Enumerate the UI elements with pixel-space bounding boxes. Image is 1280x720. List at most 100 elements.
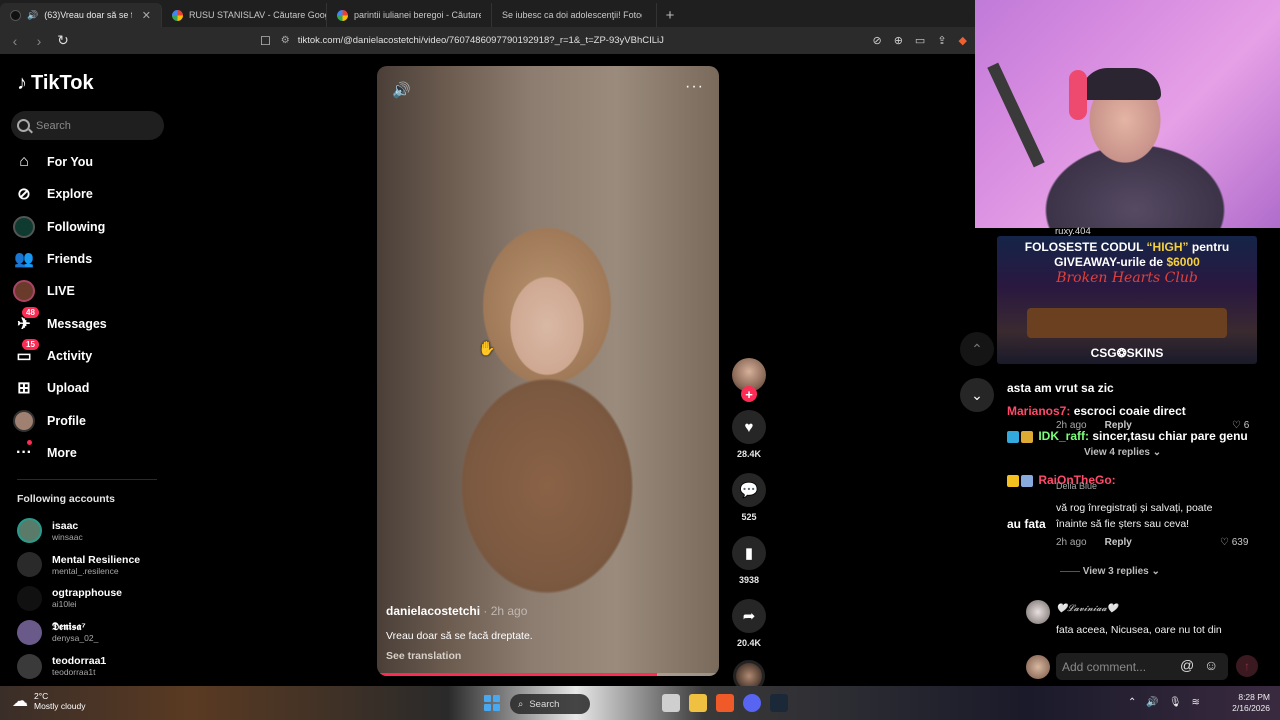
file-explorer-icon[interactable] (689, 694, 707, 712)
sidebar-item-messages[interactable]: ✈ 48 Messages (13, 306, 163, 339)
comment-like[interactable]: ♡ 639 (1220, 537, 1248, 548)
activity-badge: 15 (22, 338, 39, 350)
close-tab-icon[interactable]: ✕ (142, 9, 151, 22)
browser-tab-google-1[interactable]: RUSU STANISLAV - Căutare Google (162, 3, 327, 27)
video-progress-bar[interactable] (377, 673, 719, 676)
weather-widget[interactable]: ☁ 2°C Mostly cloudy (12, 691, 86, 711)
zoom-icon[interactable]: ⊕ (894, 34, 903, 47)
following-account[interactable]: teodorraa1 teodorraa1t (17, 649, 167, 683)
volume-icon[interactable]: 🔊 (392, 81, 411, 99)
search-input[interactable] (36, 119, 156, 132)
following-account[interactable]: isaac winsaac (17, 514, 167, 548)
tiktok-favicon-icon (10, 9, 21, 21)
wifi-icon[interactable]: ≋ (1192, 697, 1200, 708)
send-arrow-icon[interactable]: ↑ (1236, 655, 1258, 677)
comment-input-box[interactable] (1056, 653, 1228, 680)
promo-text: pentru (1191, 240, 1230, 254)
search-box[interactable] (11, 111, 164, 140)
compass-icon: ⊘ (17, 186, 31, 204)
forward-icon[interactable]: › (32, 33, 46, 49)
view-replies-link[interactable]: —— View 3 replies ⌄ (1060, 566, 1160, 577)
bookmark-icon[interactable]: ☐ (260, 34, 271, 48)
brave-shield-icon[interactable]: ◆ (959, 34, 967, 47)
creator-avatar[interactable]: + (732, 358, 766, 402)
address-bar[interactable]: ⚙ tiktok.com/@danielacostetchi/video/760… (281, 30, 863, 51)
sidebar-item-activity[interactable]: ▭ 15 Activity (13, 338, 163, 372)
sidebar-item-live[interactable]: LIVE (13, 275, 163, 307)
comment-action[interactable]: 💬 525 (730, 473, 768, 522)
task-view-icon[interactable] (662, 694, 680, 712)
view-replies-link[interactable]: View 4 replies ⌄ (1084, 447, 1161, 458)
brave-icon[interactable] (716, 694, 734, 712)
sidebar-item-label: Messages (47, 316, 107, 331)
bookmark-icon[interactable]: ▮ (732, 536, 766, 570)
see-translation-link[interactable]: See translation (386, 650, 461, 662)
chevron-up-icon[interactable]: ⌃ (960, 332, 994, 366)
sidebar-item-more[interactable]: ··· More (13, 437, 163, 469)
comment-input[interactable] (1062, 659, 1172, 674)
mention-icon[interactable]: @ (1180, 657, 1194, 673)
account-username: denysa_02_ (52, 633, 99, 644)
sidebar-item-profile[interactable]: Profile (13, 404, 163, 436)
sidebar-item-friends[interactable]: 👥 Friends (13, 243, 163, 275)
comment-body: fata aceea, Nicusea, oare nu tot din (1056, 624, 1222, 636)
mic-icon[interactable]: 🎙 (1169, 697, 1182, 708)
chevron-down-icon[interactable]: ⌄ (960, 378, 994, 412)
taskbar-search[interactable]: ⌕ Search (510, 694, 590, 714)
back-icon[interactable]: ‹ (8, 33, 22, 49)
site-info-icon[interactable]: ⚙ (281, 35, 290, 46)
commenter-name[interactable]: 🤍𝓛𝓪𝓿𝓲𝓷𝓲𝓪𝓪🤍 (1056, 603, 1118, 614)
add-comment-bar: @ ☺ ↑ (1024, 653, 1260, 680)
browser-tab-news[interactable]: Se iubesc ca doi adolescenţii! Fotogra (492, 3, 657, 27)
video-player[interactable]: 🔊 ··· danielacostetchi · 2h ago Vreau do… (377, 66, 719, 676)
sidebar-item-explore[interactable]: ⊘ Explore (13, 178, 163, 210)
author-name[interactable]: danielacostetchi (386, 604, 480, 618)
video-author[interactable]: danielacostetchi · 2h ago (386, 604, 527, 618)
comment-icon[interactable]: 💬 (732, 473, 766, 507)
heart-icon[interactable]: ♥ (732, 410, 766, 444)
promo-brand: CSG❂SKINS (1090, 346, 1164, 360)
view-replies-text: View 3 replies ⌄ (1082, 566, 1160, 577)
share-action[interactable]: ➦ 20.4K (730, 599, 768, 648)
chevron-up-icon[interactable]: ⌃ (1128, 697, 1136, 708)
following-account[interactable]: ogtrapphouse ai10lei (17, 582, 167, 616)
browser-tab-tiktok[interactable]: 🔊 (63)Vreau doar să se facă dre ✕ (0, 3, 162, 27)
audio-icon[interactable]: 🔊 (27, 10, 38, 21)
tab-title: parintii iulianei beregoi - Căutare Goo (354, 10, 481, 20)
browser-tab-google-2[interactable]: parintii iulianei beregoi - Căutare Goo (327, 3, 492, 27)
save-action[interactable]: ▮ 3938 (730, 536, 768, 585)
promo-banner: FOLOSESTE CODUL “HIGH” pentru GIVEAWAY-u… (997, 236, 1257, 364)
emoji-icon[interactable]: ☺ (1204, 657, 1218, 673)
no-tracking-icon[interactable]: ⊘ (872, 34, 881, 47)
reload-icon[interactable]: ↻ (56, 32, 70, 49)
follow-plus-icon[interactable]: + (741, 386, 757, 402)
following-account[interactable]: 𝕯𝖊𝖓𝖎𝖘𝖆⁷ denysa_02_ (17, 615, 167, 649)
cast-icon[interactable]: ▭ (915, 34, 925, 47)
windows-start-icon[interactable] (484, 695, 500, 711)
tiktok-logo[interactable]: ♪ TikTok (17, 72, 94, 95)
sidebar-item-upload[interactable]: ⊞ Upload (13, 372, 163, 404)
divider-line: —— (1060, 566, 1083, 577)
activity-icon: ▭ 15 (13, 338, 39, 367)
steam-icon[interactable] (770, 694, 788, 712)
following-account[interactable]: Mental Resilience mental_.resilence (17, 548, 167, 582)
more-options-icon[interactable]: ··· (685, 78, 704, 96)
sidebar-item-following[interactable]: Following (13, 211, 163, 243)
new-tab-button[interactable]: + (657, 3, 683, 27)
like-action[interactable]: ♥ 28.4K (730, 410, 768, 459)
browser-toolbar: ‹ › ↻ ☐ ⚙ tiktok.com/@danielacostetchi/v… (0, 27, 975, 54)
commenter-name[interactable]: Delia Blue (1056, 481, 1097, 491)
avatar[interactable] (1026, 600, 1050, 624)
account-username: mental_.resilence (52, 565, 119, 576)
share-arrow-icon[interactable]: ➦ (732, 599, 766, 633)
windows-taskbar: ☁ 2°C Mostly cloudy ⌕ Search ⌃ 🔊 🎙 ≋ 8:2… (0, 686, 1280, 720)
comment-time: 2h ago (1056, 537, 1087, 548)
discord-icon[interactable] (743, 694, 761, 712)
share-icon[interactable]: ⇪ (937, 34, 946, 47)
volume-icon[interactable]: 🔊 (1146, 697, 1158, 708)
clock[interactable]: 8:28 PM 2/16/2026 (1226, 692, 1270, 714)
sidebar-item-label: Profile (47, 413, 86, 428)
like-count: 28.4K (736, 449, 762, 459)
reply-button[interactable]: Reply (1105, 537, 1132, 548)
sidebar-item-for-you[interactable]: ⌂ For You (13, 146, 163, 178)
